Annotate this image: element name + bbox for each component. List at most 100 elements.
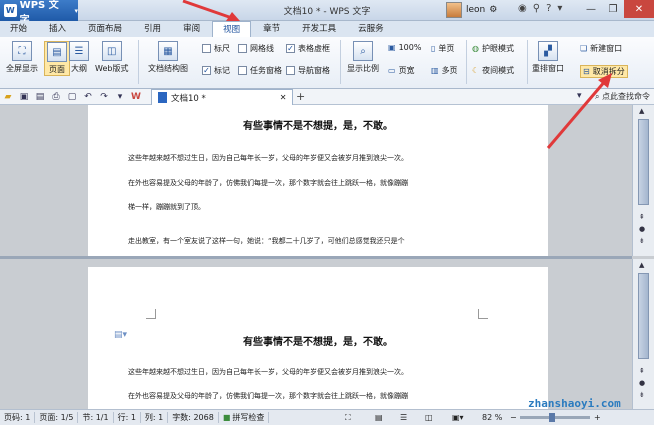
task-pane-checkbox[interactable]: 任务窗格 [238, 65, 282, 76]
pin-icon[interactable]: ⚲ [533, 3, 540, 14]
checkbox-icon [202, 44, 211, 53]
doc-map-button[interactable]: ▦ 文档结构图 [148, 41, 188, 74]
nav-pane-checkbox[interactable]: 导航窗格 [286, 65, 330, 76]
tab-review[interactable]: 审阅 [173, 21, 210, 37]
page-view-button[interactable]: ▤ 页面 [44, 41, 70, 76]
close-icon[interactable]: ✕ [624, 0, 654, 18]
select-browse-icon[interactable]: ● [639, 225, 645, 233]
night-mode-button[interactable]: ☾ 夜间模式 [472, 65, 514, 76]
scroll-up-icon[interactable]: ▲ [639, 261, 644, 269]
split-bar[interactable] [0, 256, 632, 259]
scroll-up-icon[interactable]: ▲ [639, 107, 644, 115]
tab-references[interactable]: 引用 [134, 21, 171, 37]
window-controls: — ❐ ✕ [580, 0, 654, 18]
document-page-top-pane[interactable]: 有些事情不是不想提，是，不敢。 这些年越来越不想过生日，因为自己每年长一岁，父母… [88, 105, 548, 256]
status-word-count[interactable]: 字数: 2068 [168, 412, 219, 423]
divider [340, 40, 341, 84]
spell-check-toggle[interactable]: ■ 拼写检查 [219, 412, 270, 423]
zoom-100-icon: ▣ [388, 43, 396, 52]
page-width-button[interactable]: ▭ 页宽 [388, 65, 415, 76]
multi-page-button[interactable]: ▥ 多页 [431, 65, 458, 76]
table-gridlines-checkbox[interactable]: ✓ 表格虚框 [286, 43, 330, 54]
avatar[interactable] [446, 2, 462, 18]
next-page-icon[interactable]: ⇟ [639, 237, 645, 245]
ribbon-tabs: 开始 插入 页面布局 引用 审阅 视图 章节 开发工具 云服务 [0, 21, 654, 37]
status-col: 列: 1 [141, 412, 169, 423]
status-pages: 页面: 1/5 [35, 412, 79, 423]
options-icon[interactable]: ▾ [577, 91, 582, 101]
zoom-out-icon[interactable]: − [510, 413, 517, 422]
wps-small-logo-icon: W [131, 91, 141, 102]
scroll-thumb[interactable] [638, 273, 649, 359]
paragraph-line: 在外也容易提及父母的年龄了，仿佛我们每提一次，那个数字就会往上跳跃一格，就像蹦蹦 [128, 392, 408, 400]
skin-icon[interactable]: ◉ [518, 3, 527, 14]
moon-icon: ☾ [472, 66, 480, 75]
tab-view[interactable]: 视图 [212, 21, 252, 37]
maximize-icon[interactable]: ❐ [602, 0, 624, 18]
undo-icon[interactable]: ↶ [80, 92, 96, 102]
redo-icon[interactable]: ↷ [96, 92, 112, 102]
prev-page-icon[interactable]: ⇞ [639, 367, 645, 375]
zoom-100-button[interactable]: ▣ 100% [388, 43, 421, 52]
status-row: 行: 1 [114, 412, 141, 423]
view-page-icon[interactable]: ▤ [375, 413, 383, 422]
new-window-button[interactable]: ❏ 新建窗口 [580, 43, 622, 54]
view-outline-icon[interactable]: ☰ [400, 413, 407, 422]
zoom-slider[interactable] [520, 413, 590, 422]
minimize-icon[interactable]: — [580, 0, 602, 18]
single-page-button[interactable]: ▯ 单页 [431, 43, 454, 54]
chevron-down-icon[interactable]: ▾ [112, 92, 128, 102]
user-area[interactable]: leon ⚙ [446, 2, 497, 18]
close-tab-icon[interactable]: ✕ [280, 93, 287, 102]
next-page-icon[interactable]: ⇟ [639, 391, 645, 399]
document-editor[interactable]: 有些事情不是不想提，是，不敢。 这些年越来越不想过生日，因为自己每年长一岁，父母… [0, 105, 632, 409]
web-view-button[interactable]: ◫ Web版式 [95, 41, 128, 74]
ruler-checkbox[interactable]: 标尺 [202, 43, 230, 54]
single-page-icon: ▯ [431, 44, 436, 53]
tab-page-layout[interactable]: 页面布局 [78, 21, 132, 37]
prev-page-icon[interactable]: ⇞ [639, 213, 645, 221]
rearrange-window-button[interactable]: ▞ 重排窗口 [532, 41, 564, 74]
select-browse-icon[interactable]: ● [639, 379, 645, 387]
settings-icon[interactable]: ⚙ [489, 5, 497, 15]
doc-map-icon: ▦ [158, 41, 178, 61]
print-preview-icon[interactable]: ▢ [64, 92, 80, 102]
eye-mode-button[interactable]: ◍ 护眼模式 [472, 43, 514, 54]
split-window-button[interactable]: ⊟ 取消拆分 [580, 65, 628, 78]
marks-checkbox[interactable]: ✓ 标记 [202, 65, 230, 76]
zoom-slider-knob[interactable] [548, 413, 555, 422]
gridlines-checkbox[interactable]: 网格线 [238, 43, 274, 54]
tab-insert[interactable]: 插入 [39, 21, 76, 37]
tab-cloud[interactable]: 云服务 [348, 21, 394, 37]
vertical-scrollbar-top[interactable]: ▲ ⇞ ● ⇟ [632, 105, 654, 256]
view-web-icon[interactable]: ◫ [425, 413, 433, 422]
help-icon[interactable]: ? [546, 3, 551, 14]
chevron-down-icon[interactable]: ▾ [557, 3, 562, 14]
spell-check-label: 拼写检查 [232, 413, 265, 422]
tab-start[interactable]: 开始 [0, 21, 37, 37]
page-icon: ▤ [47, 42, 67, 62]
command-search[interactable]: ⌕ 点此查找命令 [595, 91, 650, 102]
paragraph-handle-icon[interactable]: ▤▾ [114, 330, 127, 340]
zoom-ratio-button[interactable]: ⌕ 显示比例 [347, 41, 379, 74]
new-tab-icon[interactable]: + [296, 90, 305, 103]
vertical-scrollbar-bottom[interactable]: ▲ ⇞ ● ⇟ [632, 259, 654, 409]
fullscreen-icon: ⛶ [12, 41, 32, 61]
zoom-in-icon[interactable]: + [594, 413, 601, 422]
fullscreen-button[interactable]: ⛶ 全屏显示 [6, 41, 38, 74]
fullscreen-label: 全屏显示 [6, 64, 38, 73]
outline-view-button[interactable]: ☰ 大纲 [69, 41, 89, 74]
document-tab[interactable]: 文档10 * ✕ [151, 89, 294, 105]
tab-developer[interactable]: 开发工具 [292, 21, 346, 37]
save-as-icon[interactable]: ▤ [32, 92, 48, 102]
view-focus-icon[interactable]: ⛶ [345, 413, 351, 423]
save-icon[interactable]: ▣ [16, 92, 32, 102]
print-icon[interactable]: ⎙ [48, 92, 64, 102]
document-page-bottom-pane[interactable]: 有些事情不是不想提，是，不敢。 这些年越来越不想过生日，因为自己每年长一岁，父母… [88, 267, 548, 409]
open-icon[interactable]: ▰ [0, 92, 16, 102]
scroll-thumb[interactable] [638, 119, 649, 205]
view-read-icon[interactable]: ▣▾ [452, 413, 464, 422]
tab-chapter[interactable]: 章节 [253, 21, 290, 37]
status-bar: 页码: 1 页面: 1/5 节: 1/1 行: 1 列: 1 字数: 2068 … [0, 409, 654, 425]
nav-pane-label: 导航窗格 [298, 66, 330, 75]
